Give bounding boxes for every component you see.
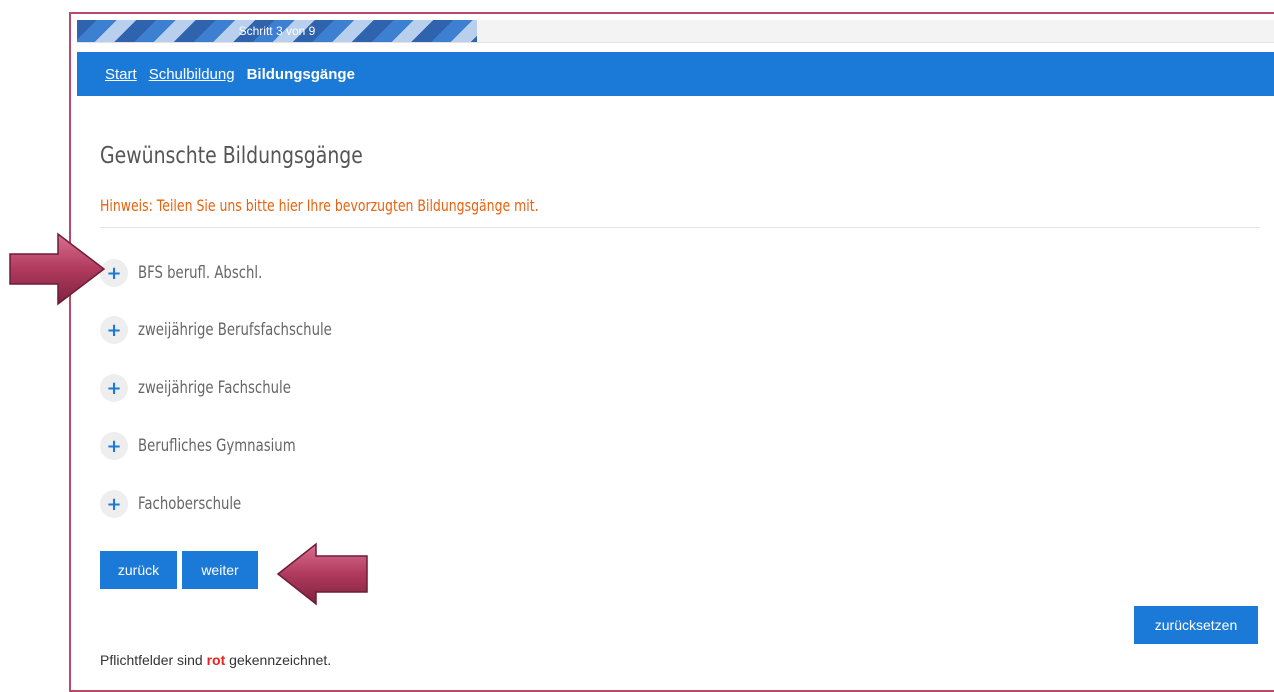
page-title: Gewünschte Bildungsgänge	[100, 143, 363, 169]
note-suffix: gekennzeichnet.	[225, 652, 332, 668]
hint-text: Hinweis: Teilen Sie uns bitte hier Ihre …	[100, 196, 539, 215]
wizard-frame: Schritt 3 von 9 Start Schulbildung Bildu…	[69, 12, 1274, 692]
course-item-fachschule[interactable]: + zweijährige Fachschule	[100, 373, 334, 403]
plus-icon[interactable]: +	[100, 374, 128, 402]
divider	[100, 227, 1260, 228]
note-highlight: rot	[206, 652, 226, 668]
breadcrumb-start-link[interactable]: Start	[105, 66, 137, 83]
course-label: Berufliches Gymnasium	[138, 436, 296, 456]
course-item-gymnasium[interactable]: + Berufliches Gymnasium	[100, 431, 340, 461]
progress-label: Schritt 3 von 9	[238, 24, 316, 38]
reset-button[interactable]: zurücksetzen	[1134, 606, 1258, 644]
course-label: Fachoberschule	[138, 494, 242, 514]
course-label: zweijährige Fachschule	[138, 378, 291, 398]
course-item-berufsfachschule[interactable]: + zweijährige Berufsfachschule	[100, 315, 386, 345]
note-prefix: Pflichtfelder sind	[100, 652, 207, 668]
plus-icon[interactable]: +	[100, 316, 128, 344]
course-item-fachoberschule[interactable]: + Fachoberschule	[100, 489, 270, 519]
progress-bar: Schritt 3 von 9	[77, 20, 1274, 43]
back-button[interactable]: zurück	[100, 551, 177, 589]
breadcrumb-schulbildung-link[interactable]: Schulbildung	[149, 66, 235, 83]
course-label: zweijährige Berufsfachschule	[138, 320, 332, 340]
required-fields-note: Pflichtfelder sind rot gekennzeichnet.	[100, 652, 331, 668]
next-button[interactable]: weiter	[182, 551, 258, 589]
plus-icon[interactable]: +	[100, 490, 128, 518]
course-label: BFS berufl. Abschl.	[138, 263, 263, 283]
plus-icon[interactable]: +	[100, 432, 128, 460]
breadcrumb: Start Schulbildung Bildungsgänge	[77, 52, 1274, 96]
annotation-arrow-left-icon	[276, 542, 368, 606]
course-item-bfs[interactable]: + BFS berufl. Abschl.	[100, 258, 297, 288]
breadcrumb-current: Bildungsgänge	[246, 65, 355, 83]
annotation-arrow-right-icon	[9, 232, 106, 306]
